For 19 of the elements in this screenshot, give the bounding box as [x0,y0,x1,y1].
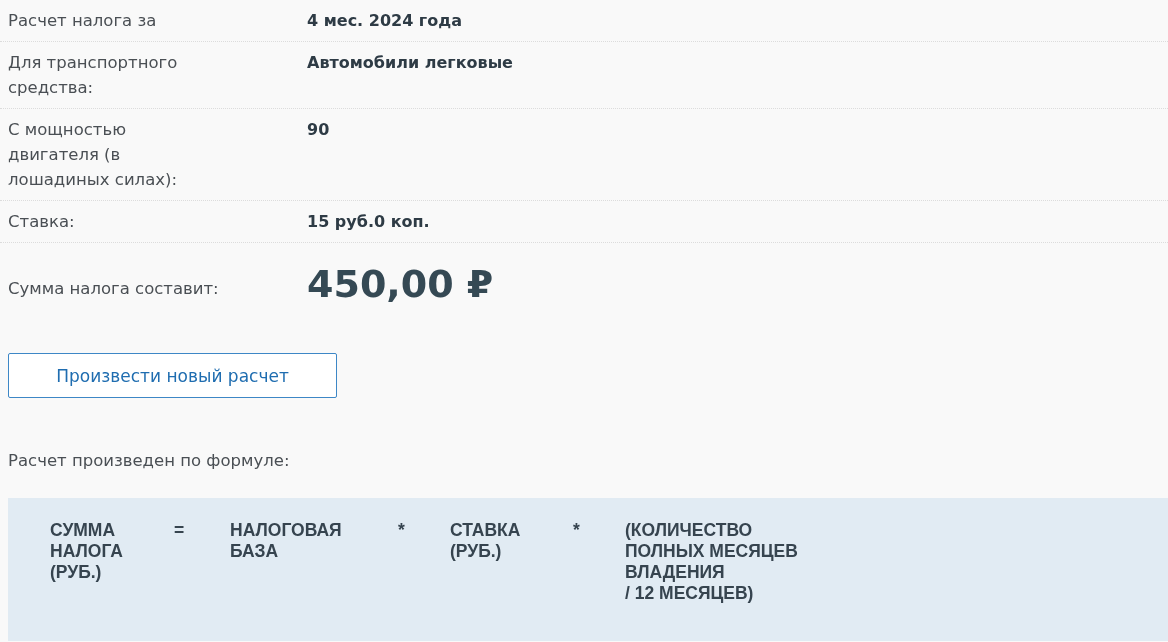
total-label: Сумма налога составит: [8,278,219,300]
total-amount: 450,00 ₽ [307,261,494,308]
row-label: Для транспортного средства: [8,52,179,99]
row-value: 4 мес. 2024 года [307,10,462,32]
row-label: Ставка: [8,211,75,233]
row-label: С мощностью двигателя (в лошадиных силах): [8,119,179,191]
new-calculation-button[interactable]: Произвести новый расчет [8,353,337,398]
formula-term: НАЛОГОВАЯ БАЗА [230,520,342,562]
formula-caption: Расчет произведен по формуле: [8,450,290,472]
row-value: 90 [307,119,330,141]
row-value: Автомобили легковые [307,52,513,74]
formula-operator: * [573,520,580,541]
formula-operator: * [398,520,405,541]
formula-operator: = [174,520,185,541]
formula-term: (КОЛИЧЕСТВО ПОЛНЫХ МЕСЯЦЕВ ВЛАДЕНИЯ / 12 МЕСЯЦЕВ) [625,520,798,604]
formula-term: СУММА НАЛОГА (РУБ.) [50,520,123,583]
row-value: 15 руб.0 коп. [307,211,430,233]
row-label: Расчет налога за [8,10,157,32]
formula-term: СТАВКА (РУБ.) [450,520,521,562]
